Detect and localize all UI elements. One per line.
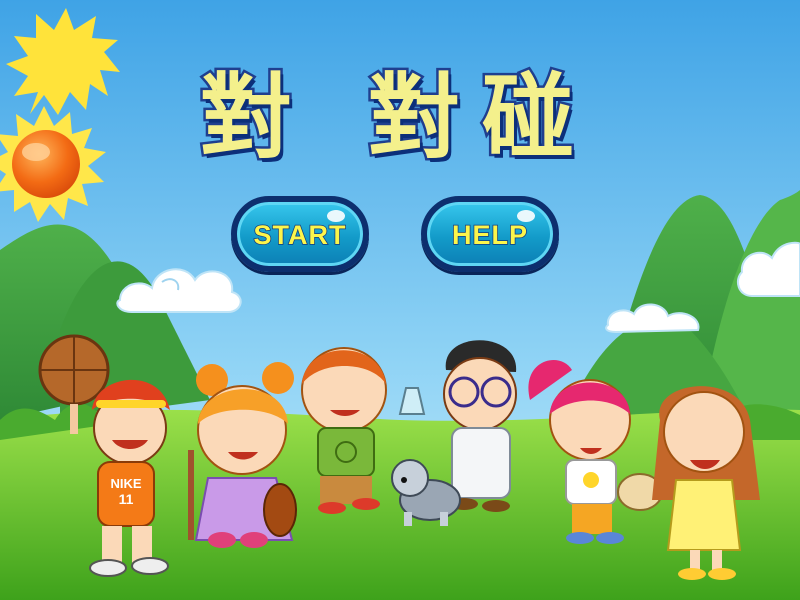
game-title: 對 對碰 [198,62,597,174]
shirt-text: NIKE [110,476,141,491]
start-button[interactable]: START [231,196,369,272]
start-button-label: START [253,219,347,251]
help-button[interactable]: HELP [421,196,559,272]
button-shine [517,210,535,222]
help-button-label: HELP [451,219,528,251]
shirt-number: 11 [119,491,134,507]
button-shine [327,210,345,222]
